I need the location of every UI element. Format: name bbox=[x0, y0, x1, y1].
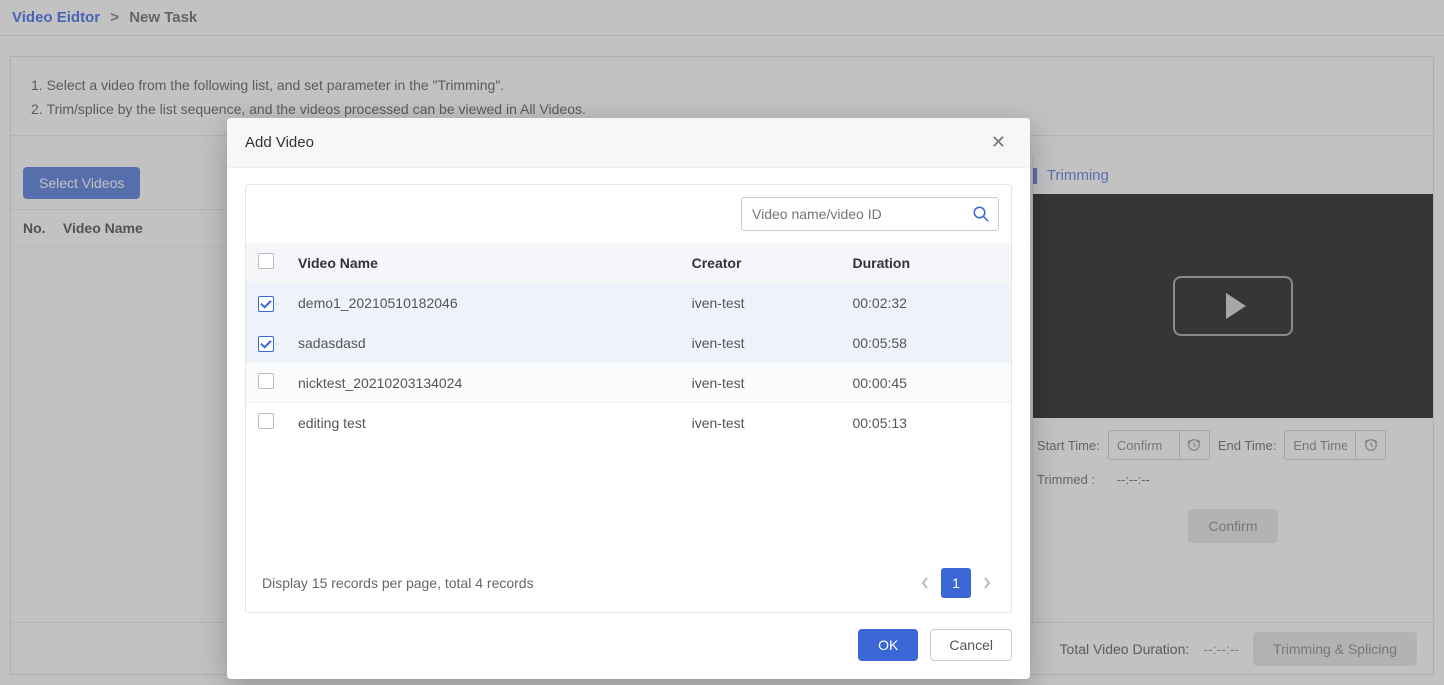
chevron-right-icon bbox=[983, 577, 991, 589]
chevron-left-icon bbox=[921, 577, 929, 589]
column-creator: Creator bbox=[680, 243, 841, 283]
cancel-button[interactable]: Cancel bbox=[930, 629, 1012, 661]
close-icon: ✕ bbox=[991, 132, 1006, 152]
select-all-checkbox[interactable] bbox=[258, 253, 274, 269]
video-table: Video Name Creator Duration demo1_202105… bbox=[246, 243, 1011, 442]
ok-button[interactable]: OK bbox=[858, 629, 918, 661]
cell-creator: iven-test bbox=[680, 403, 841, 443]
row-checkbox[interactable] bbox=[258, 336, 274, 352]
cell-video-name: editing test bbox=[286, 403, 680, 443]
search-field bbox=[741, 197, 999, 231]
cell-video-name: demo1_20210510182046 bbox=[286, 283, 680, 323]
modal-title: Add Video bbox=[245, 134, 314, 151]
search-button[interactable] bbox=[964, 205, 998, 223]
cell-video-name: sadasdasd bbox=[286, 323, 680, 363]
modal-close-button[interactable]: ✕ bbox=[985, 128, 1012, 157]
row-checkbox[interactable] bbox=[258, 296, 274, 312]
pager: 1 bbox=[917, 568, 995, 598]
cell-creator: iven-test bbox=[680, 283, 841, 323]
table-row[interactable]: demo1_20210510182046iven-test00:02:32 bbox=[246, 283, 1011, 323]
table-row[interactable]: editing testiven-test00:05:13 bbox=[246, 403, 1011, 443]
table-row[interactable]: sadasdasdiven-test00:05:58 bbox=[246, 323, 1011, 363]
pager-next[interactable] bbox=[979, 573, 995, 593]
cell-video-name: nicktest_20210203134024 bbox=[286, 363, 680, 403]
cell-creator: iven-test bbox=[680, 323, 841, 363]
pager-page-current[interactable]: 1 bbox=[941, 568, 971, 598]
cell-duration: 00:05:58 bbox=[840, 323, 1011, 363]
search-icon bbox=[972, 205, 990, 223]
pager-prev[interactable] bbox=[917, 573, 933, 593]
search-input[interactable] bbox=[742, 206, 964, 222]
cell-creator: iven-test bbox=[680, 363, 841, 403]
row-checkbox[interactable] bbox=[258, 373, 274, 389]
check-icon bbox=[260, 297, 271, 308]
column-duration: Duration bbox=[840, 243, 1011, 283]
records-info: Display 15 records per page, total 4 rec… bbox=[262, 575, 534, 591]
cell-duration: 00:05:13 bbox=[840, 403, 1011, 443]
cell-duration: 00:02:32 bbox=[840, 283, 1011, 323]
row-checkbox[interactable] bbox=[258, 413, 274, 429]
add-video-modal: Add Video ✕ bbox=[227, 118, 1030, 679]
cell-duration: 00:00:45 bbox=[840, 363, 1011, 403]
table-row[interactable]: nicktest_20210203134024iven-test00:00:45 bbox=[246, 363, 1011, 403]
check-icon bbox=[260, 337, 271, 348]
column-video-name: Video Name bbox=[286, 243, 680, 283]
